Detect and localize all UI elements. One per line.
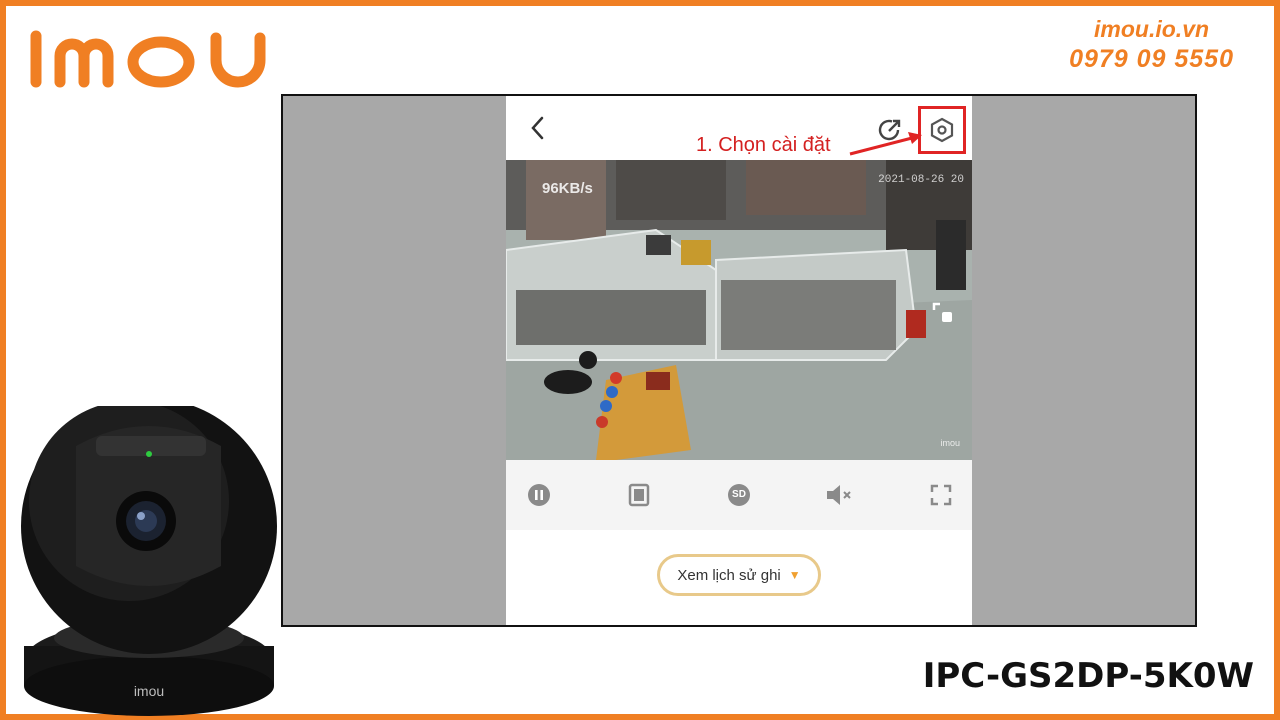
camera-product-image: imou (21, 406, 277, 716)
product-model-name: IPC-GS2DP-5K0W (922, 656, 1254, 696)
sd-button[interactable]: SD (724, 480, 754, 510)
contact-info: imou.io.vn 0979 09 5550 (1069, 14, 1234, 74)
settings-button[interactable] (918, 106, 966, 154)
sd-label: SD (732, 489, 746, 500)
window-icon (628, 483, 650, 507)
app-screen: 1. Chọn cài đặt 96KB/s 2021-08-26 20 imo… (506, 96, 972, 625)
history-section: Xem lịch sử ghi ▼ (506, 530, 972, 625)
multi-view-button[interactable] (624, 480, 654, 510)
player-controls: SD (506, 460, 972, 530)
video-watermark: imou (940, 438, 960, 448)
website-text[interactable]: imou.io.vn (1069, 14, 1234, 44)
bitrate-readout: 96KB/s (542, 180, 593, 197)
chevron-down-icon: ▼ (788, 568, 801, 582)
annotation-arrow (849, 132, 922, 156)
ptz-move-icon[interactable] (930, 300, 956, 326)
live-video-feed[interactable]: 96KB/s 2021-08-26 20 imou (506, 160, 972, 460)
mute-button[interactable] (824, 480, 854, 510)
view-recording-history-button[interactable]: Xem lịch sử ghi ▼ (657, 554, 821, 596)
app-topbar: 1. Chọn cài đặt (506, 96, 972, 160)
chevron-left-icon[interactable] (526, 114, 550, 142)
pause-icon (528, 484, 550, 506)
history-label: Xem lịch sử ghi (677, 566, 781, 584)
fullscreen-icon (930, 484, 952, 506)
speaker-mute-icon (827, 485, 851, 505)
page-frame: imou.io.vn 0979 09 5550 1. Chọn cài đặt (0, 0, 1280, 720)
fullscreen-button[interactable] (926, 480, 956, 510)
imou-logo (30, 30, 266, 88)
phone-number: 0979 09 5550 (1069, 45, 1234, 73)
osd-timestamp: 2021-08-26 20 (878, 174, 964, 186)
store-scene (506, 160, 972, 460)
screenshot-stage: 1. Chọn cài đặt 96KB/s 2021-08-26 20 imo… (281, 94, 1197, 627)
camera-base-label: imou (134, 683, 164, 699)
settings-annotation: 1. Chọn cài đặt (696, 134, 831, 156)
settings-hexagon-icon (930, 117, 954, 143)
pause-button[interactable] (524, 480, 554, 510)
